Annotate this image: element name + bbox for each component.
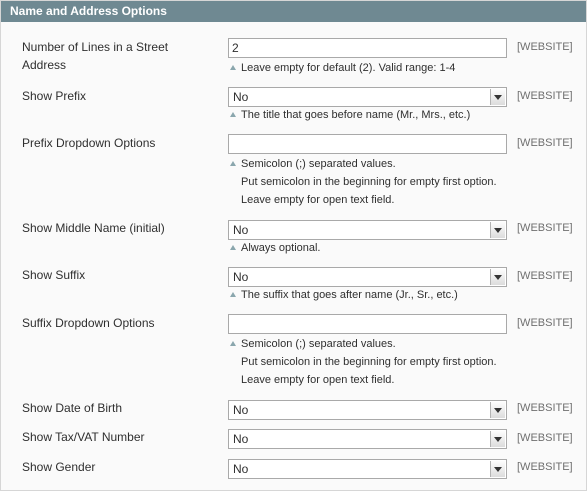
show-suffix-label: Show Suffix <box>22 268 86 282</box>
prefix-options-input[interactable] <box>228 134 507 154</box>
triangle-up-icon <box>230 292 236 297</box>
note-text: Put semicolon in the beginning for empty… <box>241 176 497 188</box>
triangle-up-icon <box>230 65 236 70</box>
note-text: Leave empty for open text field. <box>241 374 395 386</box>
selected-value: No <box>233 223 249 237</box>
suffix-options-input[interactable] <box>228 314 507 334</box>
street-lines-label-line2: Address <box>22 58 67 72</box>
scope-label: [WEBSITE] <box>517 137 573 149</box>
triangle-up-icon <box>230 161 236 166</box>
scope-label: [WEBSITE] <box>517 270 573 282</box>
scope-label: [WEBSITE] <box>517 402 573 414</box>
note-text: The suffix that goes after name (Jr., Sr… <box>241 289 458 301</box>
chevron-down-icon[interactable] <box>490 269 505 285</box>
show-prefix-note: The title that goes before name (Mr., Mr… <box>230 106 470 124</box>
show-taxvat-select[interactable]: No <box>228 429 507 449</box>
chevron-down-icon[interactable] <box>490 431 505 447</box>
scope-label: [WEBSITE] <box>517 222 573 234</box>
config-panel: Name and Address Options Number of Lines… <box>0 0 587 491</box>
street-lines-label: Number of Lines in a Street Address <box>22 38 212 74</box>
scope-label: [WEBSITE] <box>517 432 573 444</box>
suffix-options-label: Suffix Dropdown Options <box>22 316 155 330</box>
suffix-options-note: Semicolon (;) separated values. Put semi… <box>230 335 497 389</box>
show-gender-select[interactable]: No <box>228 459 507 479</box>
note-text: Semicolon (;) separated values. <box>241 338 396 350</box>
note-text: The title that goes before name (Mr., Mr… <box>241 109 471 121</box>
show-suffix-note: The suffix that goes after name (Jr., Sr… <box>230 286 458 304</box>
show-middle-name-select[interactable]: No <box>228 220 507 240</box>
selected-value: No <box>233 403 249 417</box>
street-lines-label-line1: Number of Lines in a Street <box>22 40 169 54</box>
street-lines-input[interactable] <box>228 38 507 58</box>
show-prefix-select[interactable]: No <box>228 87 507 107</box>
note-text: Semicolon (;) separated values. <box>241 158 396 170</box>
show-prefix-label: Show Prefix <box>22 89 87 103</box>
section-header[interactable]: Name and Address Options <box>1 1 586 22</box>
selected-value: No <box>233 270 249 284</box>
show-middle-name-note: Always optional. <box>230 239 321 257</box>
selected-value: No <box>233 462 249 476</box>
show-middle-name-label: Show Middle Name (initial) <box>22 221 165 235</box>
prefix-options-note: Semicolon (;) separated values. Put semi… <box>230 155 497 209</box>
triangle-up-icon <box>230 341 236 346</box>
chevron-down-icon[interactable] <box>490 461 505 477</box>
scope-label: [WEBSITE] <box>517 461 573 473</box>
scope-label: [WEBSITE] <box>517 41 573 53</box>
street-lines-note: Leave empty for default (2). Valid range… <box>230 59 455 77</box>
prefix-options-label: Prefix Dropdown Options <box>22 136 156 150</box>
note-text: Leave empty for default (2). Valid range… <box>241 62 456 74</box>
show-gender-label: Show Gender <box>22 460 96 474</box>
selected-value: No <box>233 90 249 104</box>
note-text: Leave empty for open text field. <box>241 194 395 206</box>
scope-label: [WEBSITE] <box>517 317 573 329</box>
selected-value: No <box>233 432 249 446</box>
chevron-down-icon[interactable] <box>490 89 505 105</box>
triangle-up-icon <box>230 112 236 117</box>
show-suffix-select[interactable]: No <box>228 267 507 287</box>
triangle-up-icon <box>230 245 236 250</box>
show-dob-select[interactable]: No <box>228 400 507 420</box>
note-text: Always optional. <box>241 242 321 254</box>
show-taxvat-label: Show Tax/VAT Number <box>22 430 145 444</box>
scope-label: [WEBSITE] <box>517 90 573 102</box>
chevron-down-icon[interactable] <box>490 222 505 238</box>
chevron-down-icon[interactable] <box>490 402 505 418</box>
note-text: Put semicolon in the beginning for empty… <box>241 356 497 368</box>
show-dob-label: Show Date of Birth <box>22 401 123 415</box>
